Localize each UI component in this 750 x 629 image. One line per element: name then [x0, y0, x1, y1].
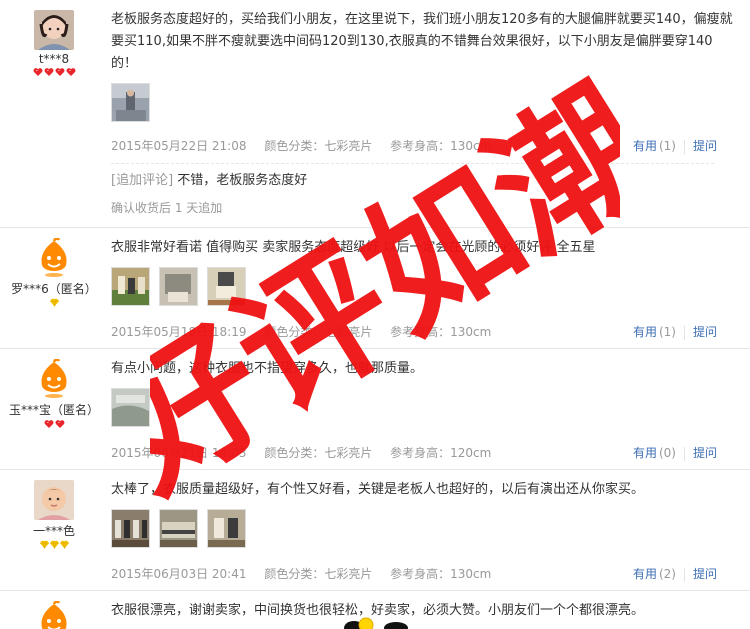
heart-icon	[55, 67, 65, 77]
appended-review-text: [追加评论] 不错，老板服务态度好	[111, 170, 714, 192]
diamond-icon	[50, 540, 59, 549]
review-text: 太棒了，衣服质量超级好，有个性又好看，关键是老板人也超好的，以后有演出还从你家买…	[111, 482, 645, 497]
heart-icon	[44, 67, 54, 77]
decorative-character-icon	[344, 617, 408, 629]
heart-icon	[44, 419, 54, 429]
review-date: 2015年06月21日 14:03	[111, 446, 247, 460]
review-photo-thumbnail[interactable]	[159, 509, 198, 548]
heart-icon	[55, 419, 65, 429]
reviewer-name: 罗***6（匿名）	[11, 282, 97, 296]
review-content: 有点小问题，这种衣服也不指望穿多久，也就那质量。	[111, 358, 736, 427]
heart-icon	[33, 67, 43, 77]
child-photo-avatar[interactable]	[34, 10, 74, 50]
review-date: 2015年05月18日 18:19	[111, 325, 247, 339]
reviewer-name: 一***色	[32, 524, 75, 538]
ask-question-button[interactable]: 提问	[693, 325, 717, 339]
review-photos	[111, 388, 736, 427]
review-photo-thumbnail[interactable]	[207, 267, 246, 306]
review-text: 有点小问题，这种衣服也不指望穿多久，也就那质量。	[111, 361, 424, 376]
review-height-option: 参考身高：130cm	[390, 139, 492, 153]
review-actions: 有用 (0) 提问	[633, 444, 717, 461]
review-content: 衣服非常好看诺 值得购买 卖家服务态度超级好 以后一定会在光顾的必须好评 全五星	[111, 237, 736, 306]
review-item: t***8 老板服务态度超好的，买给我们小朋友，在这里说下，我们班小朋友120多…	[0, 0, 750, 228]
reviewer-rank	[0, 540, 108, 552]
baby-photo-avatar[interactable]	[34, 480, 74, 520]
review-content: 老板服务态度超好的，买给我们小朋友，在这里说下，我们班小朋友120多有的大腿偏胖…	[111, 9, 736, 122]
review-photos	[111, 83, 736, 122]
review-photos	[111, 509, 736, 548]
divider	[683, 446, 685, 461]
heart-icon	[66, 67, 76, 77]
reviewer-info: 玉***宝（匿名）	[0, 359, 108, 431]
review-item: 一***色 太棒了，衣服质量超级好，有个性又好看，关键是老板人也超好的，以后有演…	[0, 470, 750, 591]
review-photo-thumbnail[interactable]	[159, 267, 198, 306]
useful-count: (0)	[658, 446, 676, 460]
review-date: 2015年06月03日 20:41	[111, 567, 247, 581]
reviewer-name: t***8	[38, 52, 70, 66]
divider	[683, 567, 685, 582]
ask-question-button[interactable]: 提问	[693, 567, 717, 581]
reviewer-info: 一***色	[0, 480, 108, 552]
review-actions: 有用 (2) 提问	[633, 565, 717, 582]
ask-question-button[interactable]: 提问	[693, 446, 717, 460]
append-content: 不错，老板服务态度好	[177, 173, 308, 188]
useful-button[interactable]: 有用	[633, 325, 657, 339]
review-actions: 有用 (1) 提问	[633, 137, 717, 154]
review-date: 2015年05月22日 21:08	[111, 139, 247, 153]
review-photo-thumbnail[interactable]	[207, 509, 246, 548]
useful-button[interactable]: 有用	[633, 446, 657, 460]
review-height-option: 参考身高：130cm	[390, 567, 492, 581]
diamond-icon	[60, 540, 69, 549]
review-color-option: 颜色分类：七彩亮片	[264, 139, 373, 153]
review-height-option: 参考身高：130cm	[390, 325, 492, 339]
reviewer-rank	[0, 298, 108, 310]
useful-count: (2)	[658, 567, 676, 581]
useful-button[interactable]: 有用	[633, 567, 657, 581]
reviewer-info: 罗***6（匿名）	[0, 238, 108, 310]
append-time: 确认收货后 1 天追加	[111, 201, 223, 215]
review-meta: 2015年06月03日 20:41 颜色分类：七彩亮片 参考身高：130cm	[111, 565, 505, 582]
orange-mascot-avatar[interactable]	[34, 359, 74, 399]
divider	[683, 325, 685, 340]
review-photo-thumbnail[interactable]	[111, 83, 150, 122]
review-meta: 2015年06月21日 14:03 颜色分类：七彩亮片 参考身高：120cm	[111, 444, 505, 461]
diamond-icon	[50, 298, 59, 307]
useful-count: (1)	[658, 325, 676, 339]
review-meta: 2015年05月18日 18:19 颜色分类：七彩亮片 参考身高：130cm	[111, 323, 505, 340]
reviewer-info: t***8	[0, 10, 108, 79]
review-text: 衣服非常好看诺 值得购买 卖家服务态度超级好 以后一定会在光顾的必须好评 全五星	[111, 240, 596, 255]
orange-mascot-avatar[interactable]	[34, 601, 74, 629]
reviewer-info	[0, 601, 108, 629]
review-color-option: 颜色分类：七彩亮片	[264, 567, 373, 581]
reviewer-name: 玉***宝（匿名）	[8, 403, 99, 417]
orange-mascot-avatar[interactable]	[34, 238, 74, 278]
review-text: 老板服务态度超好的，买给我们小朋友，在这里说下，我们班小朋友120多有的大腿偏胖…	[111, 12, 733, 71]
review-meta: 2015年05月22日 21:08 颜色分类：七彩亮片 参考身高：130cm	[111, 137, 505, 154]
review-photos	[111, 267, 736, 306]
reviewer-rank	[0, 419, 108, 431]
review-photo-thumbnail[interactable]	[111, 267, 150, 306]
review-item: 罗***6（匿名） 衣服非常好看诺 值得购买 卖家服务态度超级好 以后一定会在光…	[0, 228, 750, 349]
appended-review: [追加评论] 不错，老板服务态度好 确认收货后 1 天追加	[111, 163, 714, 216]
review-photo-thumbnail[interactable]	[111, 388, 150, 427]
review-color-option: 颜色分类：七彩亮片	[264, 446, 373, 460]
review-height-option: 参考身高：120cm	[390, 446, 492, 460]
reviewer-rank	[0, 67, 108, 79]
useful-count: (1)	[658, 139, 676, 153]
review-content: 太棒了，衣服质量超级好，有个性又好看，关键是老板人也超好的，以后有演出还从你家买…	[111, 479, 736, 548]
review-color-option: 颜色分类：七彩亮片	[264, 325, 373, 339]
review-actions: 有用 (1) 提问	[633, 323, 717, 340]
diamond-icon	[40, 540, 49, 549]
ask-question-button[interactable]: 提问	[693, 139, 717, 153]
append-tag: [追加评论]	[111, 173, 174, 188]
review-item: 玉***宝（匿名） 有点小问题，这种衣服也不指望穿多久，也就那质量。 2015年…	[0, 349, 750, 470]
review-photo-thumbnail[interactable]	[111, 509, 150, 548]
useful-button[interactable]: 有用	[633, 139, 657, 153]
divider	[683, 139, 685, 154]
